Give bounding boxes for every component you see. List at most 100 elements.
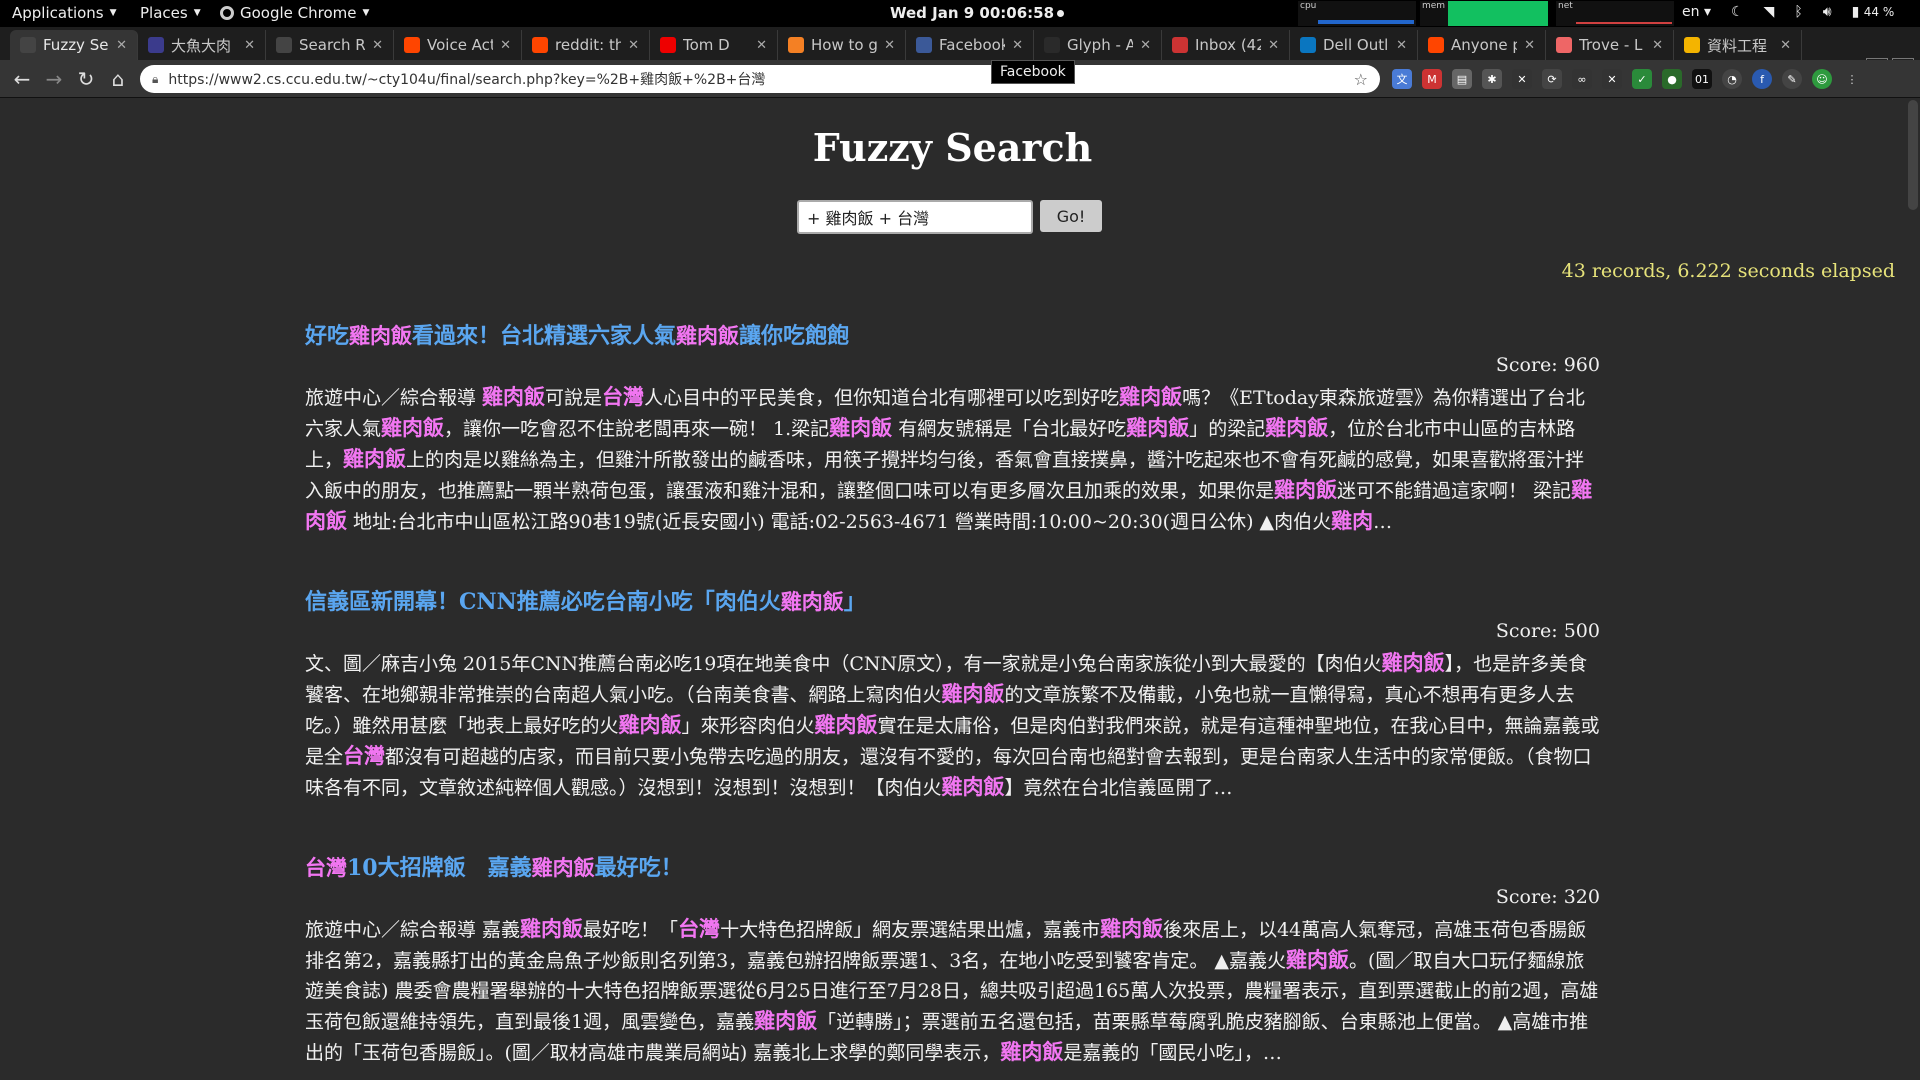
battery-label: 44 % — [1863, 5, 1895, 19]
feather-extension-icon[interactable]: ✎ — [1782, 69, 1802, 89]
browser-tab[interactable]: Voice Act ✕ — [394, 30, 522, 60]
battery-indicator[interactable]: ▮ 44 % — [1852, 4, 1895, 20]
tab-close-icon[interactable]: ✕ — [756, 38, 767, 53]
sync-extension-icon[interactable]: ⟳ — [1542, 69, 1562, 89]
browser-tab[interactable]: Trove - L ✕ — [1546, 30, 1674, 60]
browser-tab[interactable]: Inbox (42 ✕ — [1162, 30, 1290, 60]
check-extension-icon[interactable]: ✓ — [1632, 69, 1652, 89]
puzzle-extension-icon[interactable]: ✱ — [1482, 69, 1502, 89]
tab-close-icon[interactable]: ✕ — [884, 38, 895, 53]
tab-close-icon[interactable]: ✕ — [1524, 38, 1535, 53]
result-score: Score: 320 — [1495, 886, 1600, 908]
f-extension-icon[interactable]: f — [1752, 69, 1772, 89]
text-segment: 可說是 — [545, 387, 603, 409]
wifi-icon[interactable]: ◥ — [1764, 4, 1775, 20]
keyword-highlight: 台灣 — [678, 916, 721, 941]
tab-manager-extension-icon[interactable]: ▤ — [1452, 69, 1472, 89]
slides-icon — [1684, 37, 1700, 53]
extension-icons: 文 M ▤ ✱ ✕ ⟳ ∞ ✕ ✓ ● 01 ◔ f ✎ ☺ ⋮ — [1392, 69, 1862, 89]
address-url[interactable]: https://www2.cs.ccu.edu.tw/~cty104u/fina… — [168, 69, 1343, 89]
net-monitor: net — [1556, 1, 1674, 26]
result-title-link[interactable]: 好吃雞肉飯看過來！台北精選六家人氣雞肉飯讓你吃飽飽 — [305, 318, 1600, 350]
search-result: 台灣10大招牌飯 嘉義雞肉飯最好吃！ Score: 320 旅遊中心／綜合報導 嘉義… — [305, 850, 1600, 1068]
text-segment: 信義區新開幕！CNN推薦必吃台南小吃「肉伯火 — [305, 589, 781, 615]
forward-button[interactable]: → — [42, 67, 66, 91]
browser-tab[interactable]: Glyph - A ✕ — [1034, 30, 1162, 60]
caret-down-icon: ▼ — [193, 8, 201, 18]
night-light-icon[interactable]: ☾ — [1731, 4, 1744, 20]
frog-extension-icon[interactable]: ☺ — [1812, 69, 1832, 89]
tab-title: How to g — [811, 36, 878, 54]
go-button[interactable]: Go! — [1040, 200, 1102, 232]
tab-close-icon[interactable]: ✕ — [244, 38, 255, 53]
tab-close-icon[interactable]: ✕ — [116, 38, 127, 53]
tab-close-icon[interactable]: ✕ — [372, 38, 383, 53]
browser-tab[interactable]: Search R ✕ — [266, 30, 394, 60]
bluetooth-icon[interactable]: ᛒ — [1794, 4, 1802, 20]
lock-icon[interactable]: 🔒︎ — [152, 72, 158, 87]
tab-close-icon[interactable]: ✕ — [1780, 38, 1791, 53]
keyword-highlight: 台灣 — [602, 384, 645, 409]
tab-title: Facebook — [939, 36, 1006, 54]
one-password-extension-icon[interactable]: 01 — [1692, 69, 1712, 89]
text-segment: 旅遊中心／綜合報導 嘉義 — [305, 919, 521, 941]
browser-tab[interactable]: Dell Outl ✕ — [1290, 30, 1418, 60]
tab-close-icon[interactable]: ✕ — [1652, 38, 1663, 53]
back-button[interactable]: ← — [10, 67, 34, 91]
tab-title: Trove - L — [1579, 36, 1643, 54]
gmail-extension-icon[interactable]: M — [1422, 69, 1442, 89]
x-extension-icon[interactable]: ✕ — [1512, 69, 1532, 89]
tab-close-icon[interactable]: ✕ — [628, 38, 639, 53]
keyword-highlight: 雞肉飯 — [482, 384, 546, 409]
tab-close-icon[interactable]: ✕ — [1140, 38, 1151, 53]
search-input[interactable] — [797, 200, 1033, 234]
browser-tab[interactable]: Fuzzy Se ✕ — [10, 30, 138, 60]
browser-tab[interactable]: 資料工程 ✕ — [1674, 30, 1802, 60]
keyword-highlight: 雞肉飯 — [941, 681, 1005, 706]
keyword-highlight: 雞肉飯 — [349, 323, 413, 348]
volume-icon[interactable]: 🔊︎ — [1823, 4, 1832, 20]
result-title-link[interactable]: 台灣10大招牌飯 嘉義雞肉飯最好吃！ — [305, 850, 1600, 882]
language-indicator[interactable]: en ▾ — [1682, 4, 1711, 20]
page-scrollbar[interactable] — [1905, 98, 1920, 1080]
home-button[interactable]: ⌂ — [106, 67, 130, 91]
glyph-icon — [1044, 37, 1060, 53]
applications-menu[interactable]: Applications ▼ — [12, 4, 117, 22]
reload-button[interactable]: ↻ — [74, 67, 98, 91]
keyword-highlight: 雞肉飯 — [343, 446, 407, 471]
tab-close-icon[interactable]: ✕ — [500, 38, 511, 53]
tab-close-icon[interactable]: ✕ — [1396, 38, 1407, 53]
text-segment: 地址:台北市中山區松江路90巷19號(近長安國小) 電話:02-2563-467… — [347, 511, 1332, 533]
clock-extension-icon[interactable]: ◔ — [1722, 69, 1742, 89]
text-segment: 10大招牌飯 嘉義 — [347, 855, 532, 881]
chrome-menu-icon[interactable]: ⋮ — [1842, 69, 1862, 89]
tools-extension-icon[interactable]: ✕ — [1602, 69, 1622, 89]
result-title-link[interactable]: 信義區新開幕！CNN推薦必吃台南小吃「肉伯火雞肉飯」 — [305, 584, 1600, 616]
text-segment: 最好吃！ — [594, 855, 683, 881]
browser-tab[interactable]: How to g ✕ — [778, 30, 906, 60]
browser-tab[interactable]: Tom D ✕ — [650, 30, 778, 60]
scrollbar-thumb[interactable] — [1908, 100, 1918, 210]
green-dot-extension-icon[interactable]: ● — [1662, 69, 1682, 89]
chrome-app-menu[interactable]: Google Chrome ▼ — [220, 4, 369, 22]
browser-tab[interactable]: Facebook ✕ — [906, 30, 1034, 60]
bookmark-star-icon[interactable]: ☆ — [1354, 70, 1368, 89]
language-label: en — [1682, 4, 1700, 20]
tab-title: Glyph - A — [1067, 36, 1134, 54]
result-score: Score: 500 — [1495, 620, 1600, 642]
keyword-highlight: 雞肉飯 — [814, 712, 878, 737]
text-segment: ，讓你一吃會忍不住說老闆再來一碗！ 1.梁記 — [444, 418, 830, 440]
browser-tab[interactable]: reddit: th ✕ — [522, 30, 650, 60]
glasses-extension-icon[interactable]: ∞ — [1572, 69, 1592, 89]
tab-close-icon[interactable]: ✕ — [1012, 38, 1023, 53]
address-bar[interactable]: 🔒︎ https://www2.cs.ccu.edu.tw/~cty104u/f… — [140, 65, 1380, 93]
translate-extension-icon[interactable]: 文 — [1392, 69, 1412, 89]
net-graph — [1576, 16, 1672, 24]
browser-tab[interactable]: 大魚大肉 ✕ — [138, 30, 266, 60]
clock[interactable]: Wed Jan 9 00:06:58 — [890, 4, 1065, 22]
places-menu[interactable]: Places ▼ — [140, 4, 201, 22]
browser-tab[interactable]: Anyone p ✕ — [1418, 30, 1546, 60]
tab-close-icon[interactable]: ✕ — [1268, 38, 1279, 53]
chrome-app-menu-label: Google Chrome — [240, 4, 357, 22]
keyword-highlight: 雞肉 — [1331, 508, 1374, 533]
